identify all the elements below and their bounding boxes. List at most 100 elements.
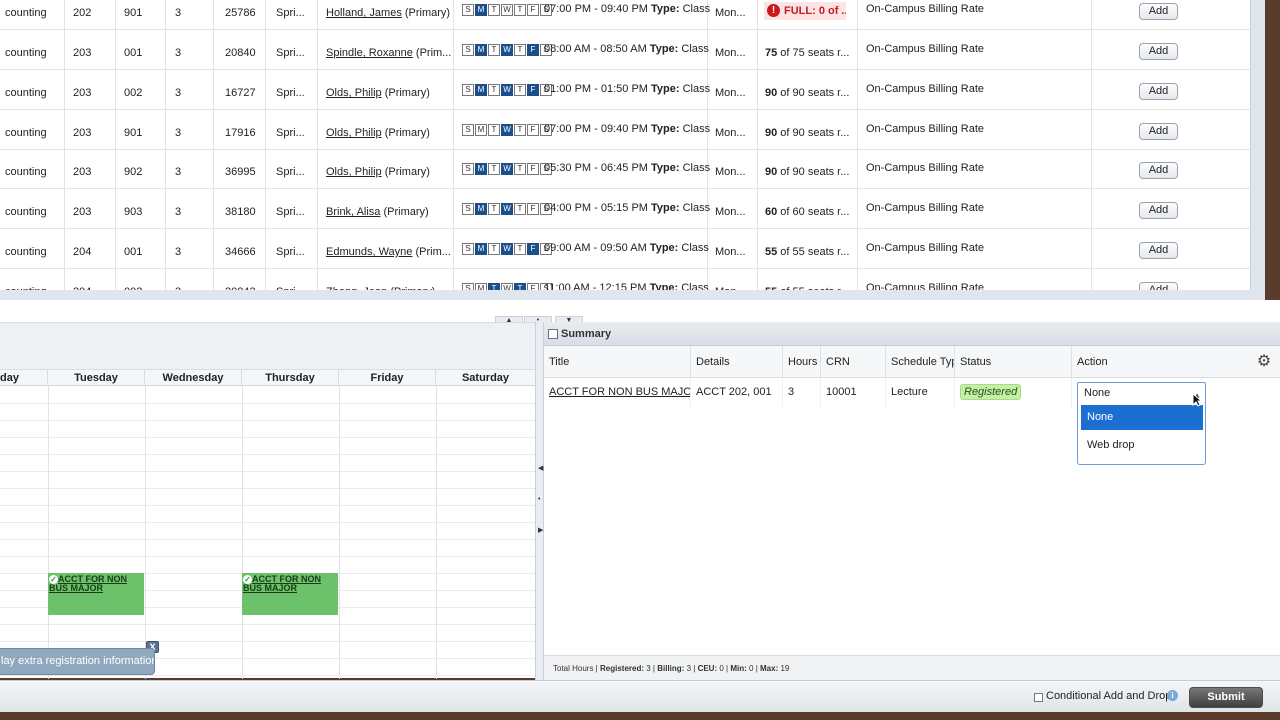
- term-cell: Spri...: [266, 30, 318, 70]
- action-option-web-drop[interactable]: Web drop: [1081, 433, 1203, 458]
- term-cell-text: Spri...: [276, 87, 305, 99]
- add-button[interactable]: Add: [1139, 242, 1178, 259]
- meeting-time: 07:00 PM - 09:40 PM: [544, 123, 648, 135]
- calendar-event-label[interactable]: ACCT FOR NON BUS MAJOR: [243, 574, 321, 593]
- action-select[interactable]: None ▲: [1077, 382, 1206, 404]
- calendar-gridline: [436, 386, 437, 679]
- calendar-gridline: [0, 454, 535, 455]
- meeting-day-box: M: [475, 283, 487, 290]
- summary-column-headers: Title Details Hours CRN Schedule Typ Sta…: [544, 346, 1280, 378]
- day-header-monday: day: [0, 370, 48, 386]
- seats-available: 90: [765, 166, 778, 178]
- col-header-action[interactable]: Action: [1072, 346, 1280, 378]
- summary-totals: Total Hours | Registered: 3 | Billing: 3…: [544, 655, 1280, 680]
- meeting-days: SMTWTFS: [462, 283, 553, 290]
- action-option-none[interactable]: None: [1081, 405, 1203, 430]
- instructor-text: Olds, Philip (Primary): [326, 166, 430, 178]
- meeting-time-text: 04:00 PM - 05:15 PM Type: Class: [544, 202, 710, 214]
- term-cell-text: Spri...: [276, 47, 305, 59]
- hours-cell: 3: [166, 110, 214, 150]
- col-header-schedule-type[interactable]: Schedule Typ: [886, 346, 955, 378]
- subject-cell-text: counting: [5, 7, 47, 19]
- course-number-cell: 203: [65, 110, 116, 150]
- gear-icon[interactable]: ⚙: [1254, 352, 1274, 372]
- meeting-day-box: T: [514, 4, 526, 16]
- subject-cell: counting: [0, 70, 65, 110]
- add-cell: Add: [1092, 110, 1250, 150]
- add-cell: Add: [1092, 70, 1250, 110]
- add-button[interactable]: Add: [1139, 43, 1178, 60]
- search-results-panel: counting 202 901 3 25786 Spri... Mon... Holland…: [0, 0, 1265, 300]
- instructor-link[interactable]: Olds, Philip: [326, 87, 382, 99]
- calendar-event-label[interactable]: ACCT FOR NON BUS MAJOR: [49, 574, 127, 593]
- crn-cell: 20840: [214, 30, 266, 70]
- registration-info-tooltip: lay extra registration information.: [0, 648, 155, 675]
- campus-cell: Mon...: [708, 229, 758, 269]
- attribute-cell: On-Campus Billing Rate: [858, 0, 1092, 30]
- meeting-time: 05:30 PM - 06:45 PM: [544, 162, 648, 174]
- calendar-toolbar: [0, 323, 535, 370]
- instructor-link[interactable]: Brink, Alisa: [326, 206, 380, 218]
- instructor-cell: Olds, Philip (Primary): [318, 149, 454, 189]
- instructor-link[interactable]: Edmunds, Wayne: [326, 246, 412, 258]
- col-header-title[interactable]: Title: [544, 346, 691, 378]
- add-cell: Add: [1092, 0, 1250, 30]
- panel-splitter[interactable]: ▲ • ▼: [0, 300, 1280, 324]
- col-header-hours[interactable]: Hours: [783, 346, 821, 378]
- conditional-add-drop-checkbox[interactable]: [1034, 693, 1043, 702]
- result-row: counting 203 901 3 17916 Spri... Mon... Olds, P…: [0, 110, 1250, 150]
- term-cell-text: Spri...: [276, 246, 305, 258]
- instructor-link[interactable]: Olds, Philip: [326, 166, 382, 178]
- collapse-left-icon[interactable]: ◀: [538, 464, 543, 472]
- col-header-details[interactable]: Details: [691, 346, 783, 378]
- add-button[interactable]: Add: [1139, 123, 1178, 140]
- col-header-status[interactable]: Status: [955, 346, 1072, 378]
- day-header-saturday: Saturday: [461, 372, 510, 384]
- term-cell: Spri...: [266, 189, 318, 229]
- crn-cell: 16727: [214, 70, 266, 110]
- hours-cell-text: 3: [175, 166, 182, 178]
- meeting-day-box: W: [501, 84, 513, 96]
- col-header-crn[interactable]: CRN: [821, 346, 886, 378]
- result-row: counting 203 902 3 36995 Spri... Mon... Olds, P…: [0, 149, 1250, 189]
- meeting-times-cell: S M T W T F S 07:00 PM - 09:40 PM Type: Class: [454, 110, 710, 150]
- add-button[interactable]: Add: [1139, 162, 1178, 179]
- meeting-times-cell: S M T W T F S 05:30 PM - 06:45 PM Type: Class: [454, 149, 710, 189]
- conditional-add-drop-label[interactable]: Conditional Add and Drop: [1046, 690, 1171, 702]
- summary-course-title-link[interactable]: ACCT FOR NON BUS MAJOR: [544, 378, 691, 407]
- instructor-link[interactable]: Holland, James: [326, 7, 402, 19]
- calendar-gridline: [0, 556, 535, 557]
- vertical-splitter[interactable]: ◀ • ▶: [535, 322, 544, 680]
- collapse-right-icon[interactable]: ▶: [538, 526, 543, 534]
- calendar-event-thursday[interactable]: ✓ACCT FOR NON BUS MAJOR: [242, 573, 338, 615]
- add-button[interactable]: Add: [1139, 202, 1178, 219]
- billing-value: 3: [686, 664, 692, 673]
- seats-available: 55: [765, 286, 777, 290]
- splitter-grip-icon[interactable]: •: [538, 496, 542, 504]
- section-cell-text: 002: [124, 286, 142, 290]
- instructor-role: (Primary): [381, 127, 430, 139]
- meeting-day-box: T: [514, 84, 526, 96]
- instructor-link[interactable]: Zhang, Jean: [326, 286, 387, 290]
- campus-cell: Mon...: [708, 30, 758, 70]
- instructor-cell: Brink, Alisa (Primary): [318, 189, 454, 229]
- submit-button[interactable]: Submit: [1189, 687, 1263, 708]
- instructor-link[interactable]: Spindle, Roxanne: [326, 47, 413, 59]
- meeting-day-box: T: [514, 44, 526, 56]
- meeting-day-box: W: [501, 4, 513, 16]
- campus-cell: Mon...: [708, 0, 758, 30]
- term-cell: Spri...: [266, 149, 318, 189]
- meeting-day-box: W: [501, 203, 513, 215]
- add-button[interactable]: Add: [1139, 3, 1178, 20]
- info-icon[interactable]: i: [1167, 690, 1178, 701]
- schedule-calendar: day Tuesday Wednesday Thursday Friday Sa…: [0, 322, 535, 679]
- meeting-time: 09:00 AM - 09:50 AM: [544, 242, 647, 254]
- attribute-text: On-Campus Billing Rate: [866, 202, 984, 214]
- seats-status-text: 90 of 90 seats r...: [765, 127, 849, 139]
- add-button[interactable]: Add: [1139, 83, 1178, 100]
- calendar-gridline: [0, 624, 535, 625]
- calendar-gridline: [48, 386, 49, 679]
- instructor-link[interactable]: Olds, Philip: [326, 127, 382, 139]
- add-button[interactable]: Add: [1139, 282, 1178, 290]
- calendar-event-tuesday[interactable]: ✓ACCT FOR NON BUS MAJOR: [48, 573, 144, 615]
